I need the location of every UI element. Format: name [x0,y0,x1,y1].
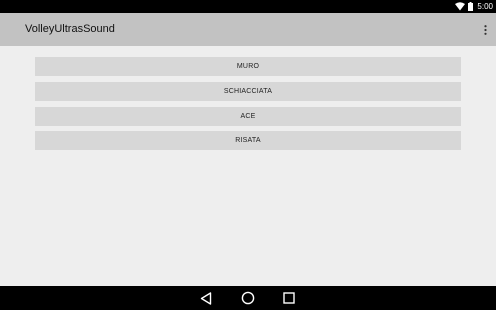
schiacciata-button[interactable]: SCHIACCIATA [35,82,461,101]
recents-icon [283,292,295,304]
back-icon [200,291,212,305]
battery-icon [468,2,474,11]
home-icon [241,291,255,305]
recents-button[interactable] [282,291,296,305]
status-bar: 5:00 [0,0,496,13]
overflow-menu-button[interactable] [480,21,490,39]
home-button[interactable] [241,291,255,305]
content-area: MURO SCHIACCIATA ACE RISATA [0,46,496,286]
wifi-icon [455,2,466,11]
ace-button[interactable]: ACE [35,107,461,126]
status-icons: 5:00 [455,1,493,12]
status-time: 5:00 [477,2,493,11]
action-bar: VolleyUltrasSound [0,13,496,46]
app-title: VolleyUltrasSound [25,23,115,35]
app-screen: 5:00 VolleyUltrasSound MURO SCHIACCIATA … [0,0,496,310]
risata-button[interactable]: RISATA [35,131,461,150]
more-vert-icon [483,25,487,35]
back-button[interactable] [199,291,213,305]
muro-button[interactable]: MURO [35,57,461,76]
navigation-bar [0,286,496,310]
